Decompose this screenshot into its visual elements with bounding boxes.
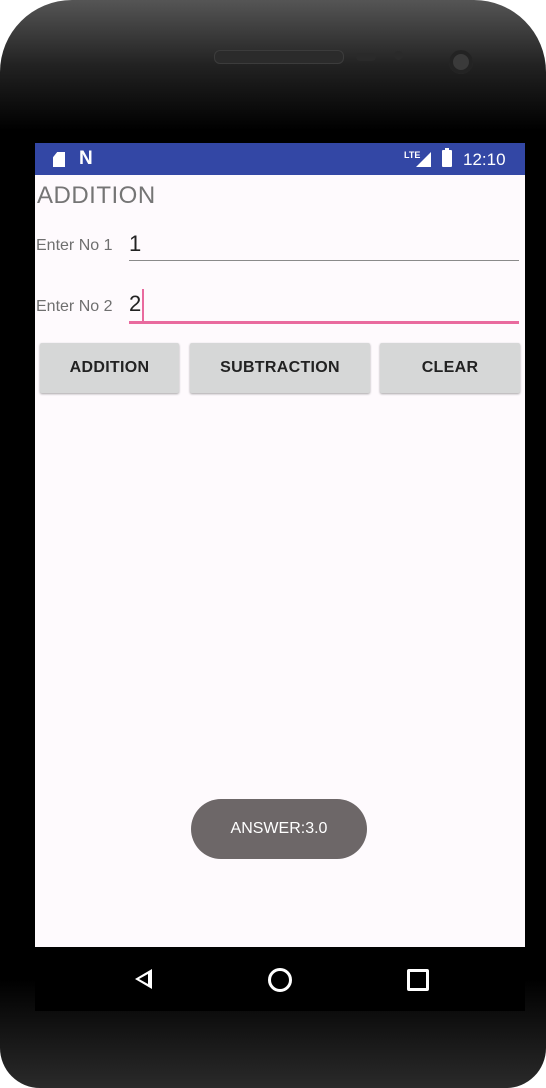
app-screen: N LTE 12:10 ADDITION Enter No 1 1 Enter …: [35, 143, 525, 1011]
addition-button[interactable]: ADDITION: [40, 343, 179, 393]
number1-input[interactable]: 1: [129, 231, 141, 257]
front-camera-icon: [449, 50, 473, 74]
answer-toast: ANSWER:3.0: [191, 799, 367, 859]
subtraction-button[interactable]: SUBTRACTION: [190, 343, 370, 393]
number1-underline: [129, 260, 519, 261]
light-sensor: [394, 51, 403, 60]
battery-icon: [442, 148, 452, 167]
home-icon[interactable]: [268, 968, 292, 992]
page-title: ADDITION: [37, 182, 156, 209]
status-time: 12:10: [463, 150, 506, 169]
number2-input[interactable]: 2: [129, 291, 141, 317]
field1-label: Enter No 1: [36, 237, 113, 254]
nfc-icon: N: [79, 148, 93, 169]
text-cursor: [142, 289, 144, 321]
back-icon-inner: [139, 974, 148, 984]
navigation-bar: [35, 947, 525, 1011]
status-bar: N LTE 12:10: [35, 143, 525, 175]
clear-button[interactable]: CLEAR: [380, 343, 520, 393]
speaker-grille: [214, 50, 344, 64]
number2-underline-focused: [129, 321, 519, 324]
signal-icon: [416, 152, 431, 167]
recents-icon[interactable]: [407, 969, 429, 991]
proximity-sensor: [356, 53, 376, 61]
sim-card-icon: [53, 152, 65, 167]
field2-label: Enter No 2: [36, 298, 113, 315]
